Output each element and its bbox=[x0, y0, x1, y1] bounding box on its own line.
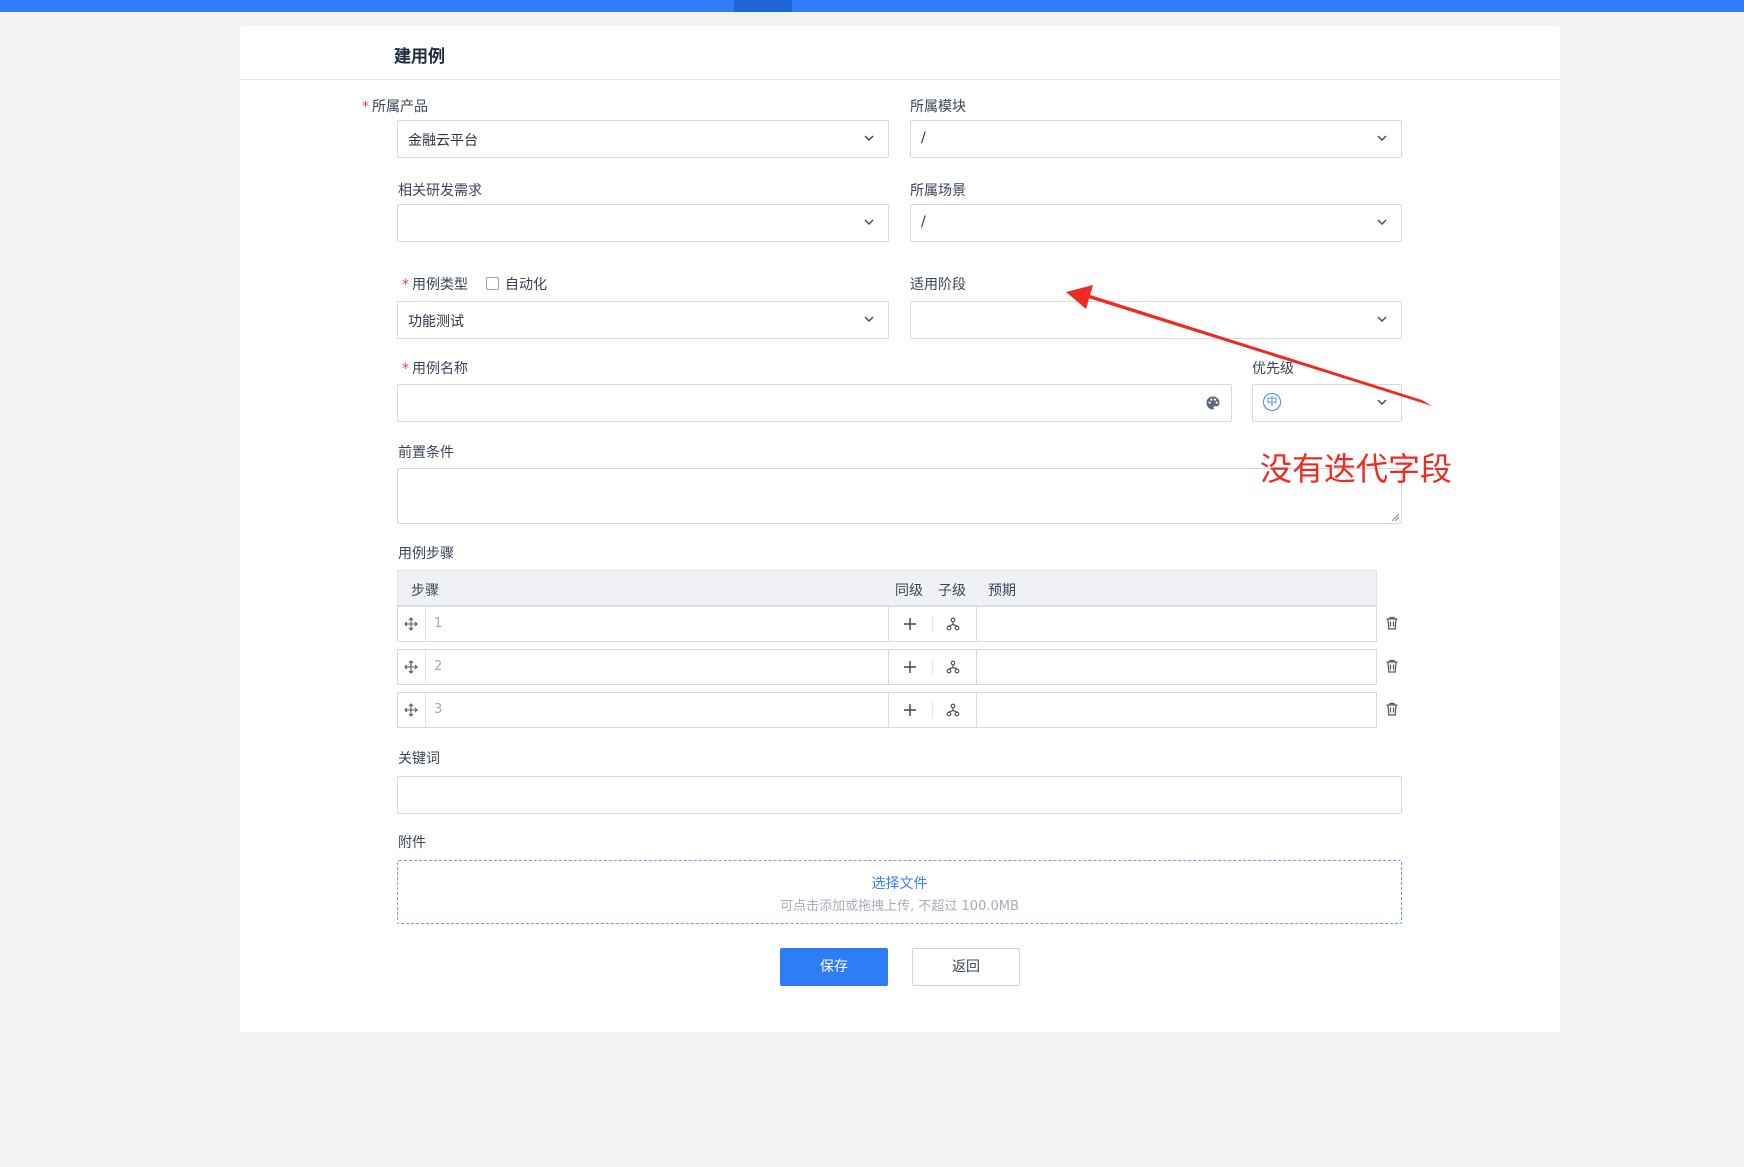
step-ops bbox=[888, 693, 977, 727]
attachment-label: 附件 bbox=[398, 835, 426, 851]
scenario-select[interactable]: / bbox=[910, 204, 1402, 242]
product-select[interactable]: 金融云平台 bbox=[397, 120, 889, 158]
priority-value: 中 bbox=[1266, 395, 1278, 408]
required-mark: * bbox=[402, 361, 409, 377]
header-expected: 预期 bbox=[988, 583, 1016, 599]
case-type-select[interactable]: 功能测试 bbox=[397, 301, 889, 339]
ops-divider bbox=[932, 616, 933, 632]
step-ops bbox=[888, 650, 977, 684]
upload-hint: 可点击添加或拖拽上传, 不超过 100.0MB bbox=[780, 899, 1019, 914]
step-number[interactable]: 1 bbox=[434, 616, 442, 631]
product-value: 金融云平台 bbox=[408, 133, 478, 149]
case-name-label-text: 用例名称 bbox=[412, 361, 468, 377]
product-label: * 所属产品 bbox=[362, 96, 428, 116]
case-type-value: 功能测试 bbox=[408, 314, 464, 330]
keywords-input[interactable] bbox=[397, 776, 1402, 814]
stage-select[interactable] bbox=[910, 301, 1402, 339]
requirement-select[interactable] bbox=[397, 204, 889, 242]
product-label-text: 所属产品 bbox=[372, 99, 428, 115]
back-button[interactable]: 返回 bbox=[912, 948, 1020, 986]
drag-handle[interactable] bbox=[398, 693, 426, 727]
chevron-down-icon bbox=[864, 316, 874, 322]
header-sibling: 同级 bbox=[895, 583, 923, 599]
plus-icon[interactable] bbox=[903, 703, 917, 717]
palette-icon[interactable] bbox=[1205, 395, 1221, 411]
step-row: 2 bbox=[397, 649, 1377, 685]
drag-handle[interactable] bbox=[398, 607, 426, 641]
expected-cell[interactable] bbox=[976, 650, 1376, 684]
drag-handle[interactable] bbox=[398, 650, 426, 684]
trash-icon[interactable] bbox=[1384, 701, 1400, 717]
step-number[interactable]: 3 bbox=[434, 702, 442, 717]
priority-label: 优先级 bbox=[1252, 361, 1294, 377]
plus-icon[interactable] bbox=[903, 660, 917, 674]
ops-divider bbox=[932, 659, 933, 675]
chevron-down-icon bbox=[864, 135, 874, 141]
tree-child-icon[interactable] bbox=[946, 660, 960, 674]
plus-icon[interactable] bbox=[903, 617, 917, 631]
required-mark: * bbox=[402, 277, 409, 293]
priority-badge: 中 bbox=[1263, 393, 1281, 411]
ops-divider bbox=[932, 702, 933, 718]
module-select[interactable]: / bbox=[910, 120, 1402, 158]
chevron-down-icon bbox=[1377, 135, 1387, 141]
priority-select[interactable]: 中 bbox=[1252, 384, 1402, 422]
resize-handle-icon[interactable] bbox=[1390, 512, 1400, 522]
tree-child-icon[interactable] bbox=[946, 617, 960, 631]
requirement-label: 相关研发需求 bbox=[398, 183, 482, 199]
precondition-label: 前置条件 bbox=[398, 445, 454, 461]
step-ops bbox=[888, 607, 977, 641]
upload-dropzone[interactable]: 选择文件 可点击添加或拖拽上传, 不超过 100.0MB bbox=[397, 860, 1402, 924]
module-value: / bbox=[921, 130, 926, 146]
steps-table-header: 步骤 同级 子级 预期 bbox=[397, 570, 1377, 606]
expected-cell[interactable] bbox=[976, 607, 1376, 641]
expected-cell[interactable] bbox=[976, 693, 1376, 727]
scenario-value: / bbox=[921, 214, 926, 230]
trash-icon[interactable] bbox=[1384, 658, 1400, 674]
step-number[interactable]: 2 bbox=[434, 659, 442, 674]
precondition-textarea[interactable] bbox=[397, 468, 1402, 524]
case-name-input[interactable] bbox=[397, 384, 1232, 422]
header-step: 步骤 bbox=[411, 583, 439, 599]
active-nav-tab[interactable] bbox=[734, 0, 792, 12]
steps-label: 用例步骤 bbox=[398, 546, 454, 562]
case-type-label-text: 用例类型 bbox=[412, 277, 468, 293]
create-case-card: 建用例 * 所属产品 金融云平台 所属模块 / 相关研发需求 所属场景 / * 用例… bbox=[240, 26, 1560, 1032]
keywords-label: 关键词 bbox=[398, 751, 440, 767]
drag-move-icon bbox=[404, 617, 418, 631]
drag-move-icon bbox=[404, 703, 418, 717]
tree-child-icon[interactable] bbox=[946, 703, 960, 717]
chevron-down-icon bbox=[864, 219, 874, 225]
step-row: 3 bbox=[397, 692, 1377, 728]
chevron-down-icon bbox=[1377, 399, 1387, 405]
case-name-label: * 用例名称 bbox=[402, 358, 468, 378]
drag-move-icon bbox=[404, 660, 418, 674]
chevron-down-icon bbox=[1377, 316, 1387, 322]
case-type-label: * 用例类型 自动化 bbox=[402, 274, 547, 294]
scenario-label: 所属场景 bbox=[910, 183, 966, 199]
header-child: 子级 bbox=[938, 583, 966, 599]
module-label: 所属模块 bbox=[910, 99, 966, 115]
chevron-down-icon bbox=[1377, 219, 1387, 225]
automation-label: 自动化 bbox=[505, 277, 547, 293]
select-file-link[interactable]: 选择文件 bbox=[398, 873, 1401, 893]
save-button[interactable]: 保存 bbox=[780, 948, 888, 986]
card-header: 建用例 bbox=[240, 26, 1560, 80]
stage-label: 适用阶段 bbox=[910, 277, 966, 293]
required-mark: * bbox=[362, 99, 369, 115]
top-nav-bar bbox=[0, 0, 1744, 12]
automation-checkbox[interactable] bbox=[486, 277, 499, 290]
step-row: 1 bbox=[397, 606, 1377, 642]
trash-icon[interactable] bbox=[1384, 615, 1400, 631]
page-title: 建用例 bbox=[394, 47, 445, 67]
annotation-text: 没有迭代字段 bbox=[1260, 450, 1453, 488]
